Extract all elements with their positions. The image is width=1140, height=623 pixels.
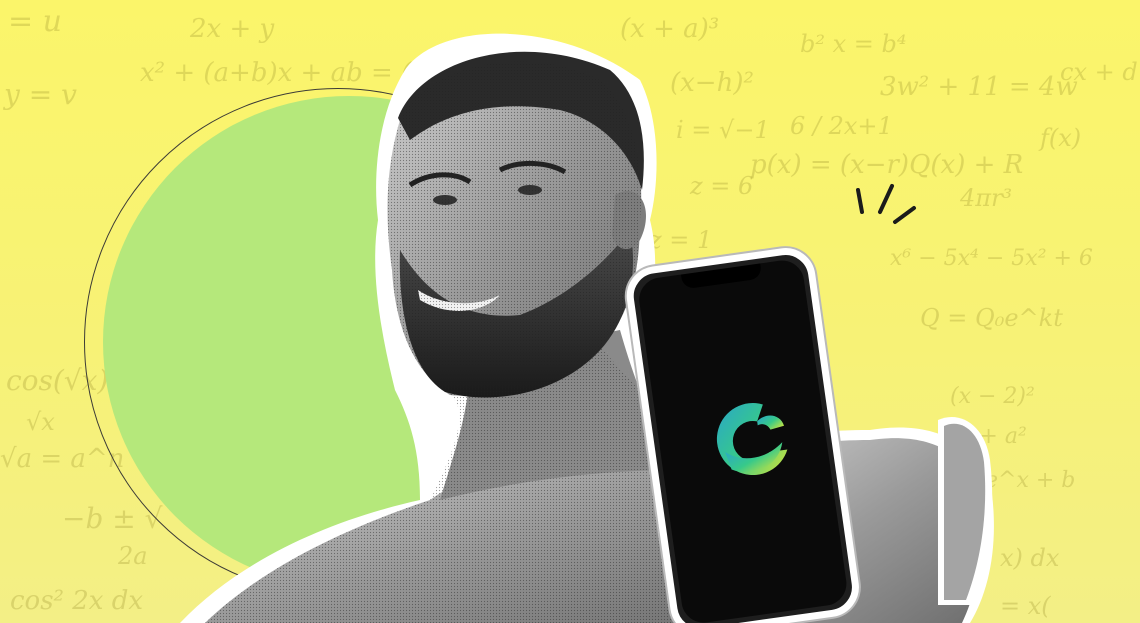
hero-illustration: = u x² + (a+b)x + ab = (x y = v (x−h)² 3… [0, 0, 1140, 623]
phone-notch [680, 263, 763, 290]
thumb [938, 416, 993, 605]
app-logo-icon [716, 403, 788, 476]
smartphone [622, 233, 943, 623]
phone-screen [636, 257, 850, 623]
